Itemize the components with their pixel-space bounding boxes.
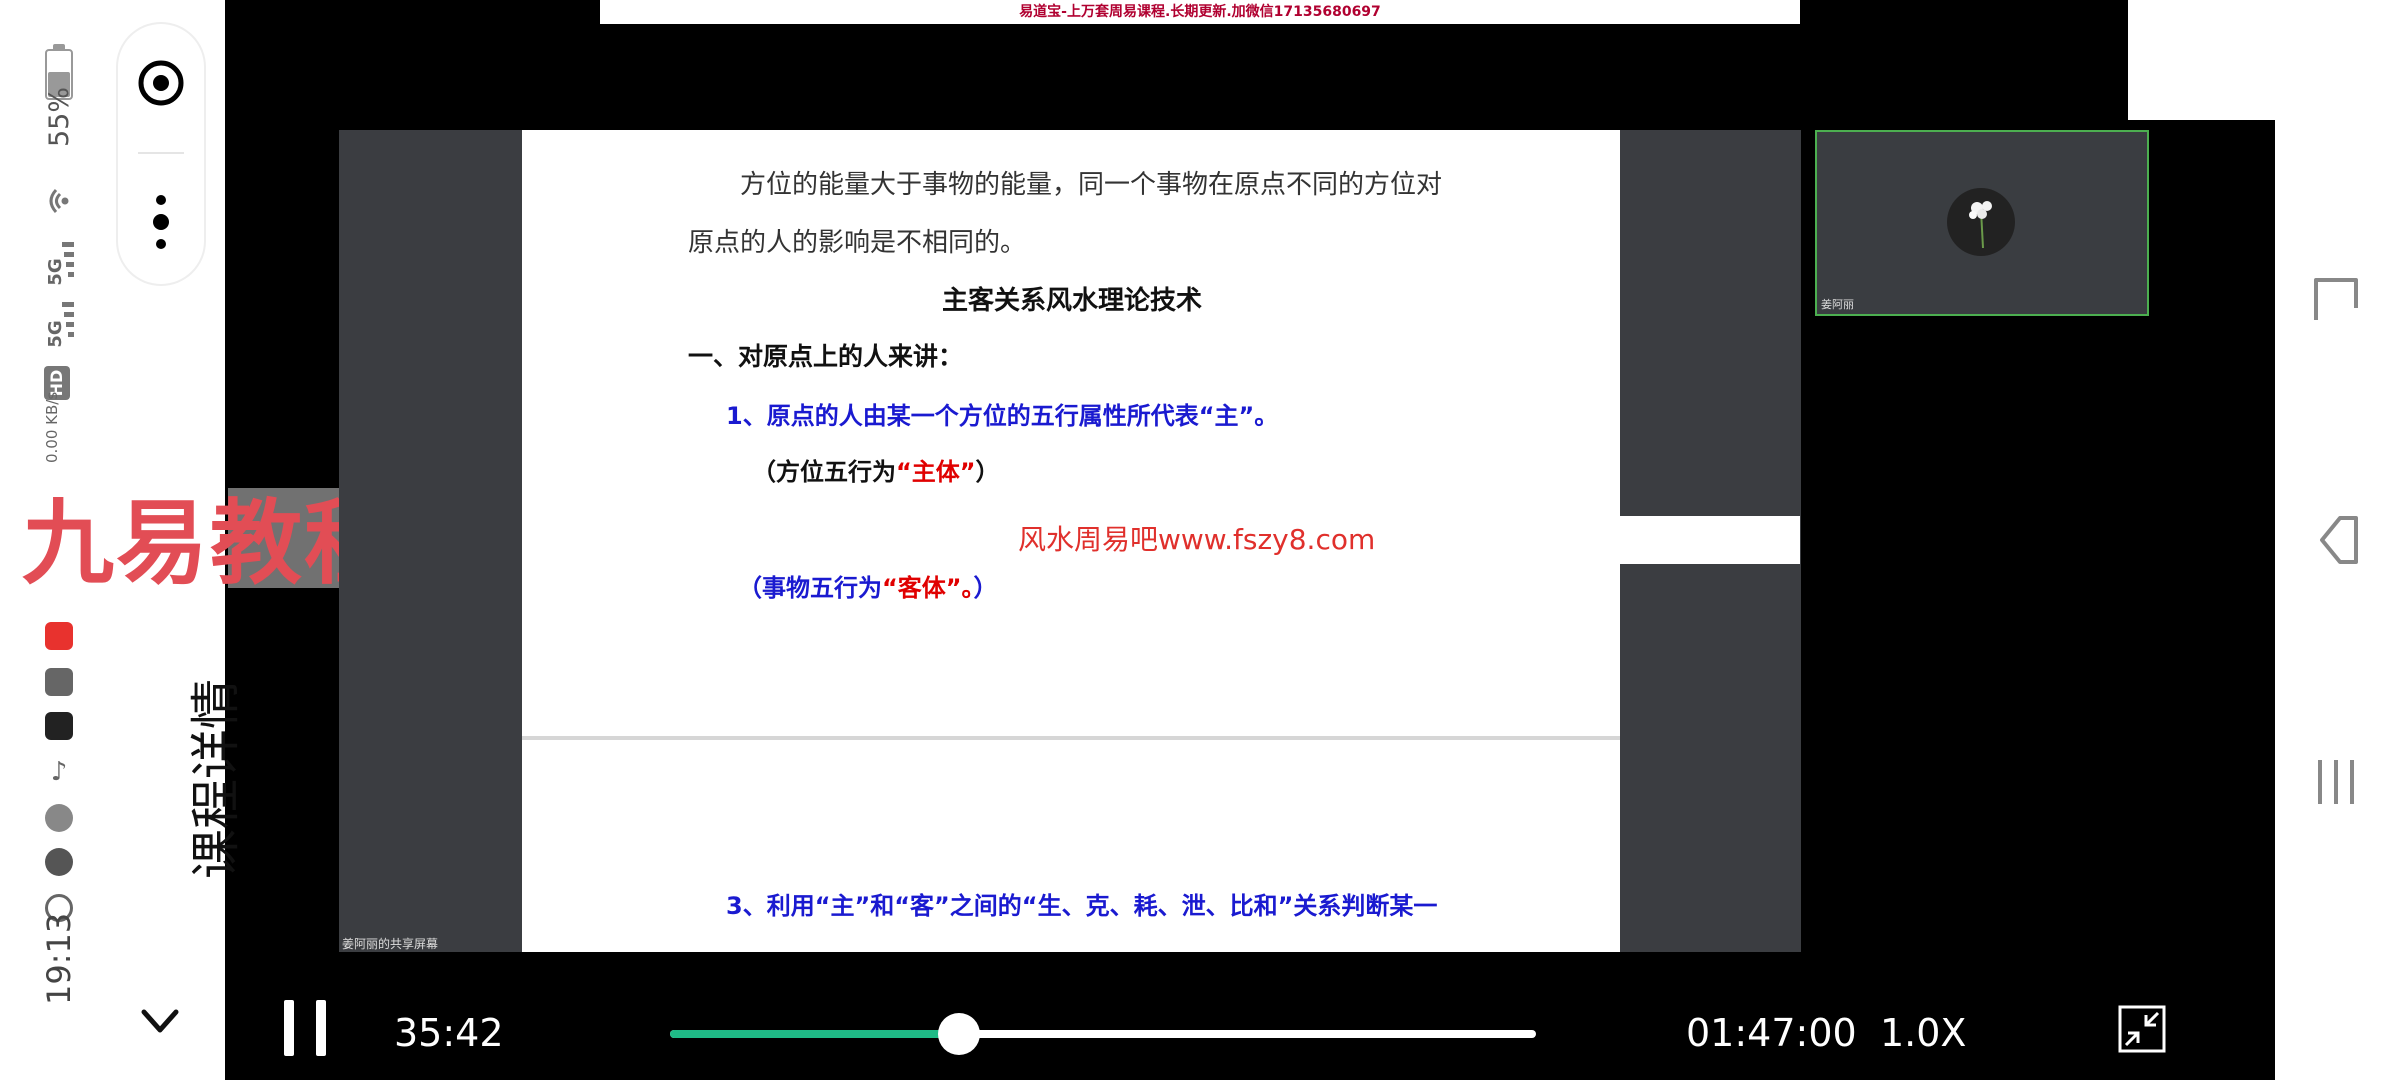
progress-handle[interactable] [938,1013,981,1055]
slide-note-1: （方位五行为“主体”） [752,458,1000,486]
pause-button[interactable] [280,1000,330,1056]
send-icon [45,668,73,696]
avatar [1947,188,2015,256]
slide-note-2: （事物五行为“客体”。） [738,574,998,602]
app-dark-icon [45,712,73,740]
screen-share-label: 姜阿丽的共享屏幕 [342,937,439,951]
back-icon[interactable] [2308,510,2364,570]
slide-divider [522,736,1620,740]
chevron-down-icon[interactable] [140,1004,180,1040]
mini-program-capsule [118,24,204,284]
app-notification-icon [45,622,73,650]
playback-speed-button[interactable]: 1.0X [1880,1008,1966,1058]
signal-icon [62,302,74,337]
course-detail-label[interactable]: 课程详情 [182,671,250,887]
more-icon[interactable] [151,192,171,252]
clock-time: 19:13 [40,912,78,1005]
banner-text: 易道宝-上万套周易课程.长期更新.加微信17135680697 [1019,4,1381,20]
signal-icon [62,242,74,277]
slide-paragraph-line2: 原点的人的影响是不相同的。 [688,228,1027,258]
palette-icon [45,804,73,832]
progress-bar[interactable] [670,1030,1536,1038]
slide-section-title: 一、对原点上的人来讲： [688,342,964,371]
top-banner: 易道宝-上万套周易课程.长期更新.加微信17135680697 [600,0,1800,24]
target-icon[interactable] [137,59,185,107]
exit-fullscreen-icon[interactable] [2118,1005,2166,1053]
wifi-icon [49,188,69,214]
watermark-strip [1620,516,1800,564]
tiktok-icon: ♪ [50,757,68,787]
recent-apps-icon[interactable] [2308,752,2364,812]
current-time: 35:42 [394,1011,504,1055]
battery-percent: 55% [44,87,75,148]
slide-heading: 主客关系风水理论技术 [942,286,1203,316]
home-icon[interactable] [2308,268,2364,328]
video-watermark: 风水周易吧www.fszy8.com [1018,523,1376,556]
net-speed: 0.00 KB/s [43,391,61,463]
slide-paragraph-line1: 方位的能量大于事物的能量，同一个事物在原点不同的方位对 [740,170,1443,200]
slide-item-1: 1、原点的人由某一个方位的五行属性所代表“主”。 [726,402,1279,430]
slide-item-3: 3、利用“主”和“客”之间的“生、克、耗、泄、比和”关系判断某一 [726,892,1438,920]
participant-name: 姜阿丽 [1821,298,1854,311]
player-controls [225,975,2275,1080]
compass-icon [45,848,73,876]
progress-fill [670,1030,960,1038]
participant-thumbnail[interactable]: 姜阿丽 [1815,130,2149,316]
capsule-divider [138,152,184,154]
total-time: 01:47:00 [1686,1011,1857,1055]
